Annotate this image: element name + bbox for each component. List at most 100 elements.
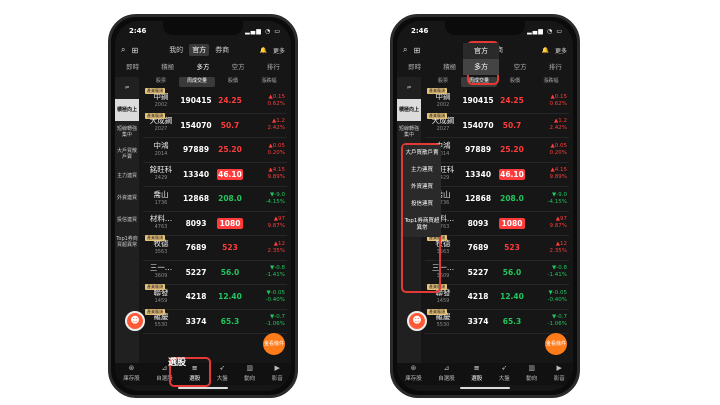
robot-assistant-icon[interactable]: ☻: [407, 311, 427, 331]
stock-volume: 3374: [467, 316, 489, 326]
nav-screener[interactable]: ≡ 選股: [471, 364, 482, 382]
industry-leader-tag: 產業龍頭: [145, 284, 165, 290]
subtab-short[interactable]: 空方: [514, 61, 527, 75]
col-stock[interactable]: 股票: [143, 77, 179, 87]
table-row[interactable]: 產業龍頭 聯發 1459 4218 12.40 ▼-0.05 -0.40%: [143, 284, 287, 310]
sidebar-filter-icon[interactable]: ⇌: [397, 77, 421, 99]
stock-price: 46.10: [217, 168, 243, 180]
change-value: ▲4.15: [550, 167, 567, 174]
nav-watchlist[interactable]: ⊿ 自選股: [438, 364, 455, 382]
stock-name: 聯發 1459: [143, 288, 179, 305]
stock-code: 2027: [154, 126, 168, 133]
nav-trend[interactable]: ▥ 動向: [244, 364, 255, 382]
table-row[interactable]: 產業龍頭 大成鋼 2027 154070 50.7 ▲1.2 2.42%: [425, 112, 569, 138]
more-button[interactable]: 更多: [555, 46, 567, 55]
table-row[interactable]: 產業龍頭 牧德 3563 7689 523 ▲12 2.35%: [425, 235, 569, 261]
sidebar-item-0[interactable]: 積極向上: [115, 99, 139, 121]
subtab-realtime[interactable]: 即時: [126, 61, 139, 75]
sidebar-item-6[interactable]: Top1券商買超異常: [115, 231, 139, 253]
subtab-aggressive[interactable]: 積極: [443, 61, 456, 75]
change-value: ▲0.05: [550, 142, 567, 149]
stock-code: 4763: [154, 224, 168, 231]
subtab-ranking[interactable]: 排行: [267, 61, 280, 75]
strategy-popup-item-5[interactable]: 投信連買: [403, 196, 441, 213]
search-icon[interactable]: ⌕: [121, 45, 125, 55]
change-percent: 2.35%: [549, 247, 567, 254]
col-price[interactable]: 股價: [215, 77, 251, 87]
robot-assistant-icon[interactable]: ☻: [125, 311, 145, 331]
change-value: ▲0.05: [268, 142, 285, 149]
table-row[interactable]: 中鴻 2014 97889 25.20 ▲0.05 0.20%: [143, 138, 287, 163]
nav-video[interactable]: ▶ 影音: [272, 364, 283, 382]
table-row[interactable]: 三一... 3609 5227 56.0 ▼-0.8 -1.41%: [143, 261, 287, 285]
table-row[interactable]: 產業龍頭 中鋼 2002 190415 24.25 ▲0.15 0.62%: [425, 88, 569, 114]
condition-button[interactable]: 金看條件: [545, 333, 567, 355]
sidebar-item-0[interactable]: 積極向上: [397, 99, 421, 121]
nav-market[interactable]: ➶ 大盤: [499, 364, 510, 382]
subtab-short[interactable]: 空方: [232, 61, 245, 75]
stock-change: ▲4.15 9.89%: [247, 167, 287, 181]
sidebar-item-1[interactable]: 短線轉強集中: [115, 121, 139, 143]
more-button[interactable]: 更多: [273, 46, 285, 55]
sidebar-item-2[interactable]: 大戶買散戶賣: [115, 143, 139, 165]
stock-price: 208.0: [218, 194, 242, 204]
table-row[interactable]: 三一... 3609 5227 56.0 ▼-0.8 -1.41%: [425, 261, 569, 285]
mode-tab-mine[interactable]: 我的: [166, 44, 186, 56]
mode-popup-long[interactable]: 多方: [463, 59, 499, 75]
sidebar-item-3[interactable]: 主力連買: [115, 165, 139, 187]
table-row[interactable]: 中鴻 2014 97889 25.20 ▲0.05 0.20%: [425, 138, 569, 163]
table-row[interactable]: 材料... 4763 8093 1080 ▲97 9.87%: [425, 212, 569, 236]
sidebar-item-4[interactable]: 外資連買: [115, 187, 139, 209]
strategy-popup-item-3[interactable]: 主力連買: [403, 162, 441, 179]
stock-volume: 154070: [180, 120, 212, 130]
change-percent: 0.20%: [549, 149, 567, 156]
table-row[interactable]: 產業龍頭 牧德 3563 7689 523 ▲12 2.35%: [143, 235, 287, 261]
table-row[interactable]: 產業龍頭 羅慶 5530 3374 65.3 ▼-0.7 -1.06%: [143, 308, 287, 334]
subtab-aggressive[interactable]: 積極: [161, 61, 174, 75]
gift-icon[interactable]: ⊞: [131, 46, 138, 55]
table-row[interactable]: 材料... 4763 8093 1080 ▲97 9.87%: [143, 212, 287, 236]
subtab-realtime[interactable]: 即時: [408, 61, 421, 75]
table-row[interactable]: 產業龍頭 羅慶 5530 3374 65.3 ▼-0.7 -1.06%: [425, 308, 569, 334]
table-row[interactable]: 銘旺科 2429 13340 46.10 ▲4.15 9.89%: [143, 163, 287, 187]
stock-change: ▼-0.7 -1.06%: [247, 314, 287, 328]
sidebar-item-5[interactable]: 投信連買: [115, 209, 139, 231]
search-icon[interactable]: ⌕: [403, 45, 407, 55]
nav-market[interactable]: ➶ 大盤: [217, 364, 228, 382]
sidebar-filter-icon[interactable]: ⇌: [115, 77, 139, 99]
nav-trend[interactable]: ▥ 動向: [526, 364, 537, 382]
nav-portfolio[interactable]: ⊛ 庫存股: [405, 364, 422, 382]
table-row[interactable]: 產業龍頭 大成鋼 2027 154070 50.7 ▲1.2 2.42%: [143, 112, 287, 138]
mode-tab-official[interactable]: 官方: [189, 44, 210, 56]
strategy-popup-item-2[interactable]: 大戶買散戶賣: [403, 145, 441, 162]
subtab-ranking[interactable]: 排行: [549, 61, 562, 75]
col-change[interactable]: 漲跌幅: [251, 77, 287, 87]
nav-portfolio[interactable]: ⊛ 庫存股: [123, 364, 140, 382]
sidebar-item-1[interactable]: 短線轉強集中: [397, 121, 421, 143]
stock-change: ▲1.2 2.42%: [247, 118, 287, 132]
subtab-long[interactable]: 多方: [196, 61, 209, 75]
industry-leader-tag: 產業龍頭: [145, 235, 165, 241]
table-row[interactable]: 喬山 1736 12868 208.0 ▼-9.0 -4.15%: [143, 187, 287, 212]
change-value: ▼-9.0: [270, 191, 285, 198]
gift-icon[interactable]: ⊞: [413, 46, 420, 55]
col-volume[interactable]: 周成交量: [179, 77, 215, 87]
change-percent: 9.87%: [549, 223, 567, 230]
bottom-nav: ⊛ 庫存股 ⊿ 自選股 ≡ 選股 ➶ 大盤 ▥ 動向 ▶ 影音: [397, 363, 573, 385]
condition-button[interactable]: 金看條件: [263, 333, 285, 355]
col-price[interactable]: 股價: [497, 77, 533, 87]
nav-video[interactable]: ▶ 影音: [554, 364, 565, 382]
bell-icon[interactable]: 🔔: [542, 47, 549, 54]
mode-tab-broker[interactable]: 券商: [212, 44, 232, 56]
table-row[interactable]: 產業龍頭 中鋼 2002 190415 24.25 ▲0.15 0.62%: [143, 88, 287, 114]
bell-icon[interactable]: 🔔: [260, 47, 267, 54]
table-row[interactable]: 產業龍頭 聯發 1459 4218 12.40 ▼-0.05 -0.40%: [425, 284, 569, 310]
table-row[interactable]: 銘旺科 2429 13340 46.10 ▲4.15 9.89%: [425, 163, 569, 187]
strategy-popup-item-4[interactable]: 外資連買: [403, 179, 441, 196]
mode-popup-official[interactable]: 官方: [463, 43, 499, 59]
col-stock[interactable]: 股票: [425, 77, 461, 87]
rocket-icon: ➶: [219, 364, 226, 372]
col-change[interactable]: 漲跌幅: [533, 77, 569, 87]
strategy-popup-item-6[interactable]: Top1券商買超異常: [403, 213, 441, 237]
table-row[interactable]: 喬山 1736 12868 208.0 ▼-9.0 -4.15%: [425, 187, 569, 212]
